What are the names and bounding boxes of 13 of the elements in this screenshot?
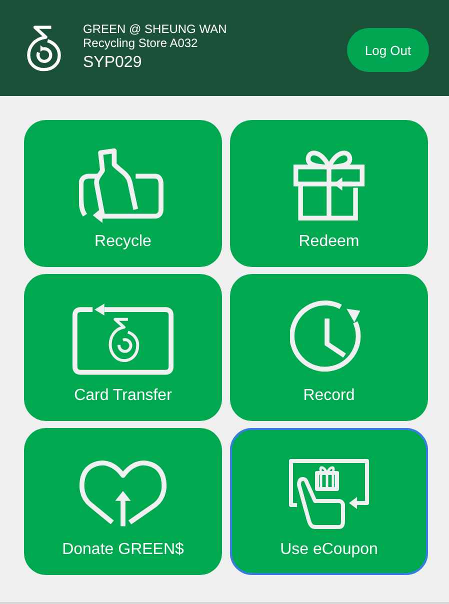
store-subtitle: Recycling Store A032 — [83, 36, 199, 50]
card-icon — [71, 301, 175, 377]
logo-icon — [26, 23, 62, 73]
menu-tile[interactable]: Recycle — [24, 120, 222, 267]
logout-button[interactable]: Log Out — [347, 28, 429, 72]
menu-tile[interactable]: Use eCoupon — [230, 428, 428, 575]
user-id: SYP029 — [83, 53, 143, 73]
store-name: GREEN @ SHEUNG WAN — [83, 22, 228, 36]
menu-tile[interactable]: Donate GREEN$ — [24, 428, 222, 575]
hand-coupon-icon — [287, 457, 371, 531]
menu-tile[interactable]: Record — [230, 274, 428, 421]
menu-tile[interactable]: Redeem — [230, 120, 428, 267]
menu-tile[interactable]: Card Transfer — [24, 274, 222, 421]
